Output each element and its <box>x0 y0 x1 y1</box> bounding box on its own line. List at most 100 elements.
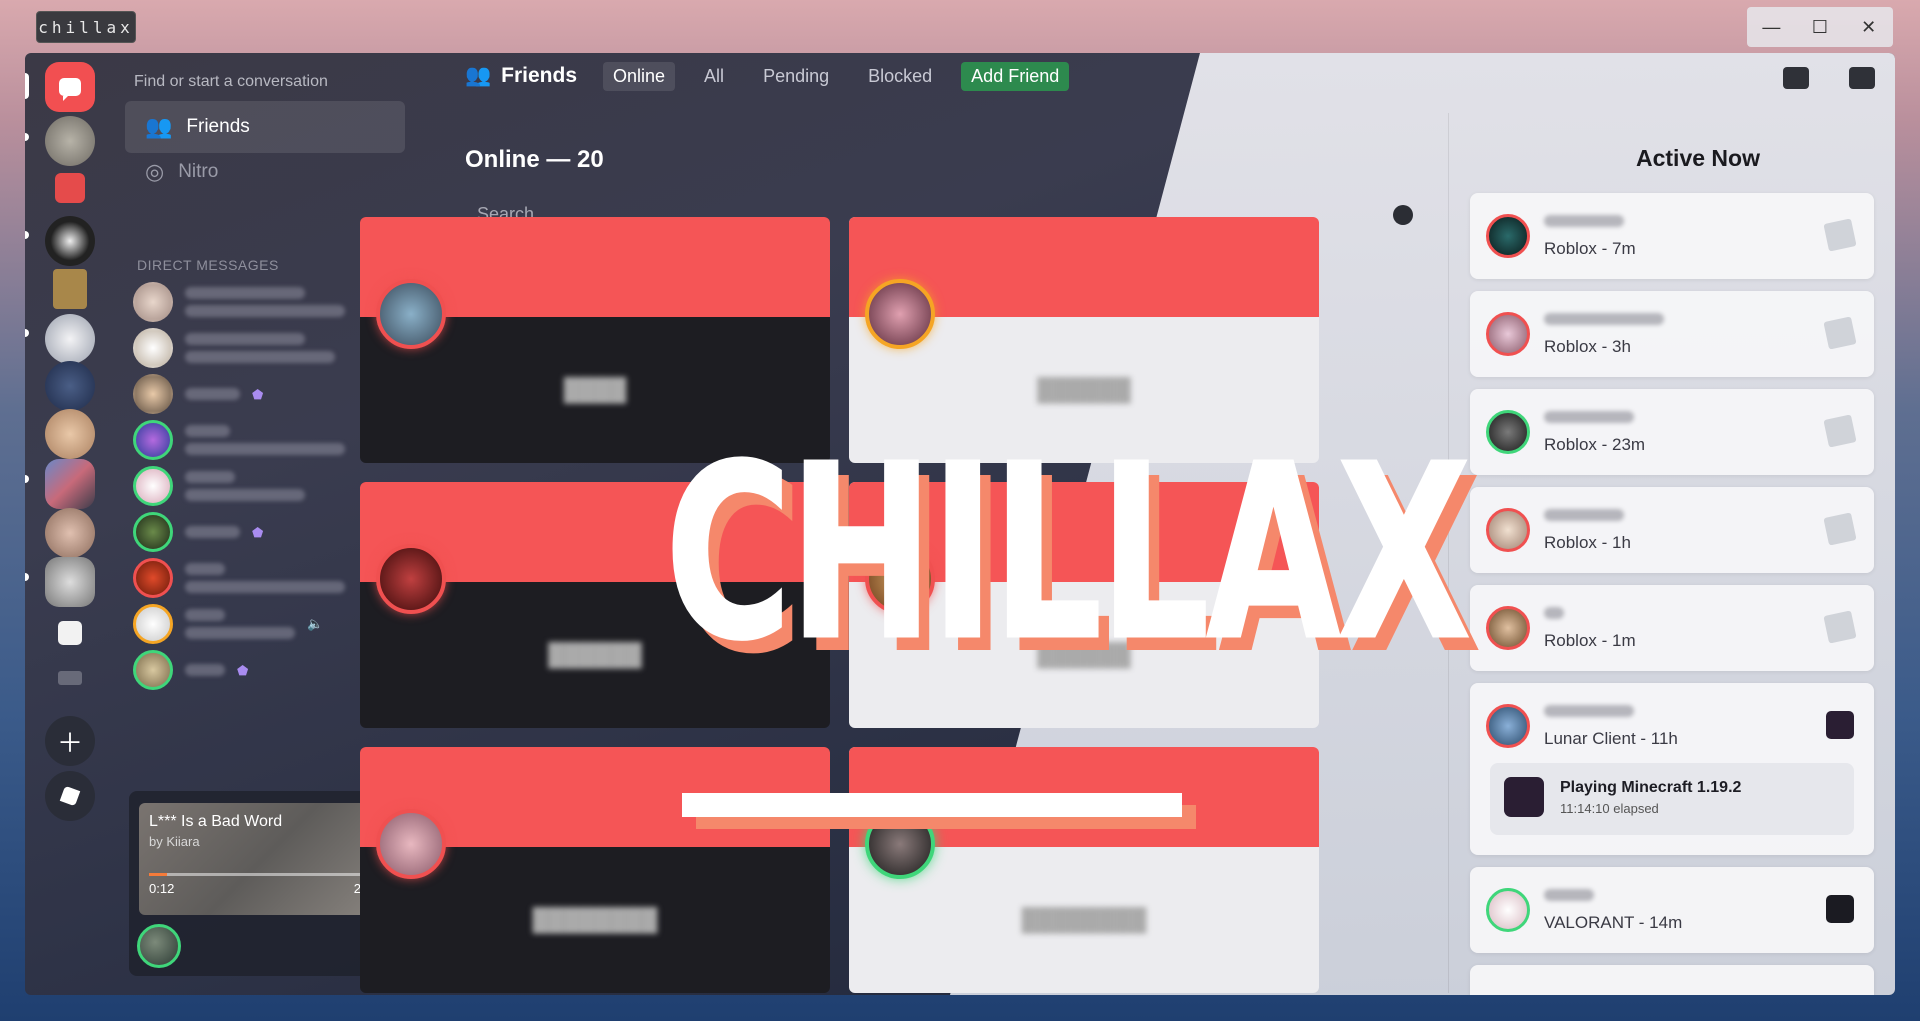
add-server-button[interactable]: ＋ <box>45 716 95 766</box>
friends-icon: 👥 <box>145 114 173 139</box>
dm-item[interactable] <box>133 279 383 325</box>
track-progress-bar[interactable] <box>149 873 379 876</box>
active-now-item[interactable]: Roblox - 1h <box>1470 487 1874 573</box>
now-playing-card[interactable]: L*** Is a Bad Word by Kiiara 0:12 2:26 <box>139 803 389 915</box>
lunar-icon <box>1826 711 1854 739</box>
active-now-item[interactable] <box>1470 965 1874 995</box>
minimize-button[interactable]: — <box>1751 17 1791 38</box>
active-user-name-blurred <box>1544 889 1594 901</box>
server-icon[interactable] <box>45 459 95 509</box>
dm-item[interactable] <box>133 555 383 601</box>
chat-bubble-icon <box>59 78 81 101</box>
server-icon[interactable] <box>45 557 95 607</box>
active-now-item[interactable]: Roblox - 7m <box>1470 193 1874 279</box>
activity-status: VALORANT - 14m <box>1544 913 1683 932</box>
server-icon[interactable] <box>45 508 95 558</box>
inbox-icon[interactable] <box>1849 67 1875 89</box>
server-icon[interactable] <box>58 671 82 685</box>
tab-online[interactable]: Online <box>603 61 676 91</box>
server-icon[interactable] <box>45 409 95 459</box>
track-artist: by Kiiara <box>149 834 200 849</box>
sidebar-item-label: Friends <box>186 116 250 137</box>
avatar <box>133 420 173 460</box>
add-friend-button[interactable]: Add Friend <box>961 61 1070 91</box>
dm-item[interactable]: ⬟ <box>133 647 383 693</box>
dm-header-label: DIRECT MESSAGES <box>137 257 279 273</box>
friend-name-blurred: ██████ <box>1037 642 1131 667</box>
dm-item[interactable]: 🔈 <box>133 601 383 647</box>
avatar <box>1486 214 1530 258</box>
unread-indicator <box>25 231 29 239</box>
selected-indicator <box>25 73 29 99</box>
active-now-item[interactable]: VALORANT - 14m <box>1470 867 1874 953</box>
online-count-title: Online — 20 <box>465 146 604 173</box>
roblox-icon <box>1823 512 1857 546</box>
active-now-item[interactable]: Roblox - 1m <box>1470 585 1874 671</box>
server-icon[interactable] <box>55 173 85 203</box>
friend-card[interactable]: ██████ <box>849 482 1319 728</box>
active-now-item[interactable]: Roblox - 3h <box>1470 291 1874 377</box>
activity-status: Roblox - 7m <box>1544 239 1636 258</box>
roblox-icon <box>1823 218 1857 252</box>
server-icon[interactable] <box>45 216 95 266</box>
friend-name-blurred: ████ <box>563 377 627 402</box>
tab-pending[interactable]: Pending <box>753 62 839 91</box>
close-button[interactable]: ✕ <box>1849 17 1889 38</box>
friend-card[interactable]: ████ <box>360 217 830 463</box>
unread-indicator <box>25 133 29 141</box>
valorant-icon <box>1826 895 1854 923</box>
dm-item[interactable]: ⬟ <box>133 371 383 417</box>
server-icon[interactable] <box>45 116 95 166</box>
track-progress-fill <box>149 873 168 876</box>
dm-item[interactable] <box>133 463 383 509</box>
avatar <box>376 544 446 614</box>
window-controls: — ☐ ✕ <box>1747 7 1893 47</box>
conversation-search[interactable]: Find or start a conversation <box>134 73 328 91</box>
tab-all[interactable]: All <box>694 62 734 91</box>
nitro-badge-icon: ⬟ <box>252 387 264 402</box>
friend-card[interactable]: ████████ <box>360 747 830 993</box>
sidebar-item-nitro[interactable]: ◎ Nitro <box>125 146 405 198</box>
maximize-button[interactable]: ☐ <box>1800 17 1840 38</box>
nitro-icon: ◎ <box>145 159 165 184</box>
friend-card[interactable]: ██████ <box>849 217 1319 463</box>
friends-icon: 👥 <box>465 64 492 87</box>
app-window: ＋ Find or start a conversation 👥 Friends… <box>25 53 1895 995</box>
sidebar-item-label: Nitro <box>178 161 219 182</box>
avatar <box>1486 704 1530 748</box>
activity-status: Roblox - 1m <box>1544 631 1636 650</box>
activity-status: Roblox - 1h <box>1544 533 1631 552</box>
activity-status: Roblox - 23m <box>1544 435 1646 454</box>
active-user-name-blurred <box>1544 215 1624 227</box>
dm-item[interactable]: ⬟ <box>133 509 383 555</box>
active-now-item[interactable]: Roblox - 23m <box>1470 389 1874 475</box>
server-icon[interactable] <box>45 361 95 411</box>
user-avatar[interactable] <box>137 924 181 968</box>
server-icon[interactable] <box>53 269 87 309</box>
server-icon[interactable] <box>45 314 95 364</box>
active-now-item[interactable]: Lunar Client - 11h Playing Minecraft 1.1… <box>1470 683 1874 855</box>
tab-blocked[interactable]: Blocked <box>858 62 942 91</box>
friend-card[interactable]: ██████ <box>360 482 830 728</box>
activity-status: Lunar Client - 11h <box>1544 729 1678 748</box>
active-now-title: Active Now <box>1636 145 1760 171</box>
new-group-dm-icon[interactable] <box>1783 67 1809 89</box>
dm-item[interactable] <box>133 325 383 371</box>
avatar <box>1486 888 1530 932</box>
friend-name-blurred: ████████ <box>1021 907 1147 932</box>
rich-presence-title: Playing Minecraft 1.19.2 <box>1560 779 1742 796</box>
avatar <box>133 650 173 690</box>
friend-card[interactable]: ████████ <box>849 747 1319 993</box>
roblox-icon <box>1823 414 1857 448</box>
explore-servers-button[interactable] <box>45 771 95 821</box>
roblox-icon <box>1823 316 1857 350</box>
avatar <box>865 809 935 879</box>
unread-indicator <box>25 329 29 337</box>
dm-item[interactable] <box>133 417 383 463</box>
header-actions <box>1783 67 1875 89</box>
avatar <box>865 279 935 349</box>
home-button[interactable] <box>45 62 95 112</box>
server-icon[interactable] <box>58 621 82 645</box>
roblox-icon <box>1823 610 1857 644</box>
active-user-name-blurred <box>1544 607 1564 619</box>
